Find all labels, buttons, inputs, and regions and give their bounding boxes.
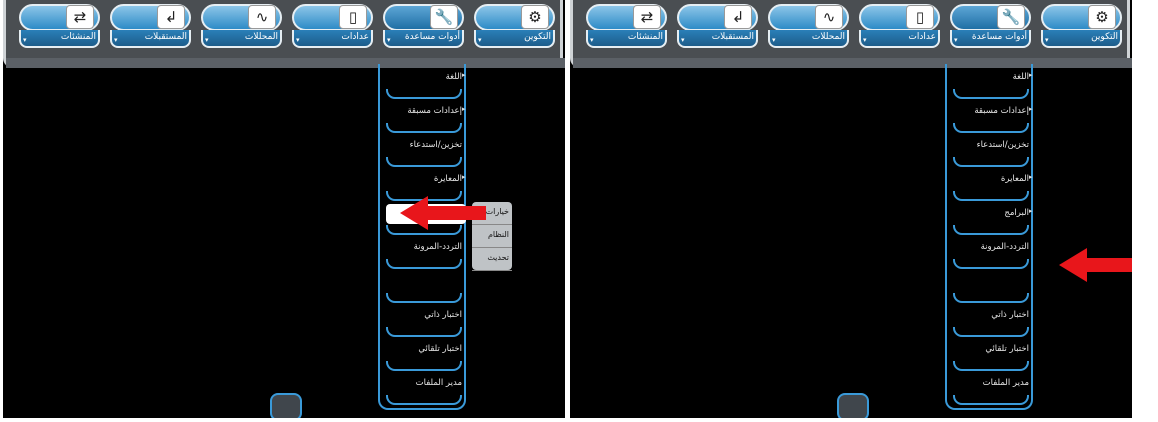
menu-item-label: اختبار تلقائي [418,344,462,354]
tab-generator[interactable]: ⇄ المنشئات ▾ [584,2,669,50]
menu-item-label: مدير الملفات [982,378,1029,388]
menu-item[interactable]: إعدادات مسبقة ▸ [947,100,1033,135]
meter-icon: ▯ [339,5,367,29]
tab-label: المستقبلات [144,32,187,42]
tab-meter[interactable]: ▯ عدادات ▾ [857,2,942,50]
tab-label: أدوات مساعدة [404,32,460,42]
menu-item-label: مدير الملفات [415,378,462,388]
tab-generator[interactable]: ⇄ المنشئات ▾ [17,2,102,50]
menu-item-label: تخزين/استدعاء [409,140,462,150]
tab-receiver[interactable]: ↲ المستقبلات ▾ [108,2,193,50]
menu-item[interactable]: اللغة ▸ [380,66,466,101]
tab-gear[interactable]: ⚙ التكوين ▾ [472,2,557,50]
utilities-menu: اللغة ▸ إعدادات مسبقة ▸ تخزين/استدعاء المعاير… [945,64,1033,410]
tab-label: المستقبلات [711,32,754,42]
scroll-knob[interactable] [270,393,302,418]
graph-icon: ∿ [815,5,843,29]
dropdown-arrow-icon: ▾ [681,36,685,44]
menu-item-label: اللغة [1012,72,1029,82]
menu-item[interactable]: اختبار تلقائي [947,338,1033,373]
menu-item-label: اختبار تلقائي [985,344,1029,354]
menu-item-label: تخزين/استدعاء [976,140,1029,150]
dropdown-arrow-icon: ▾ [114,36,118,44]
dropdown-arrow-icon: ▾ [772,36,776,44]
gear-icon: ⚙ [1088,5,1116,29]
menu-item[interactable]: اللغة ▸ [947,66,1033,101]
wrench-icon: 🔧 [997,5,1025,29]
submenu-arrow-icon: ▸ [1029,207,1033,215]
menu-item-label: إعدادات مسبقة [974,106,1029,116]
scroll-knob[interactable] [837,393,869,418]
tab-graph[interactable]: ∿ المحللات ▾ [766,2,851,50]
dropdown-arrow-icon: ▾ [1045,36,1049,44]
dropdown-arrow-icon: ▾ [205,36,209,44]
gear-icon: ⚙ [521,5,549,29]
submenu-item-update[interactable]: تحديث [472,248,512,271]
tab-label: المنشئات [627,32,663,42]
receiver-icon: ↲ [724,5,752,29]
submenu-arrow-icon: ▸ [462,105,466,113]
meter-icon: ▯ [906,5,934,29]
submenu-arrow-icon: ▸ [462,71,466,79]
menu-item-label: اختبار ذاتي [424,310,462,320]
graph-icon: ∿ [248,5,276,29]
submenu-arrow-icon: ▸ [1029,71,1033,79]
dropdown-arrow-icon: ▾ [863,36,867,44]
tab-label: المحللات [244,32,278,42]
menu-item[interactable]: التردد-المرونة [947,236,1033,271]
menu-item[interactable]: المعايرة ▸ [947,168,1033,203]
submenu-arrow-icon: ▸ [1029,105,1033,113]
tab-label: التكوين [1091,32,1118,42]
receiver-icon: ↲ [157,5,185,29]
menu-item[interactable]: البرامج ▸ [947,202,1033,237]
menu-item[interactable]: إعدادات مسبقة ▸ [380,100,466,135]
menu-item-label: إعدادات مسبقة [407,106,462,116]
tab-label: المنشئات [60,32,96,42]
utilities-menu: اللغة ▸ إعدادات مسبقة ▸ تخزين/استدعاء المعاير… [378,64,466,410]
submenu-arrow-icon: ▸ [1029,173,1033,181]
menu-item[interactable]: اختبار تلقائي [380,338,466,373]
tab-graph[interactable]: ∿ المحللات ▾ [199,2,284,50]
tab-wrench[interactable]: 🔧 أدوات مساعدة ▾ [948,2,1033,50]
menu-item-label: اللغة [445,72,462,82]
dropdown-arrow-icon: ▾ [590,36,594,44]
menu-item[interactable] [947,270,1033,305]
tab-gear[interactable]: ⚙ التكوين ▾ [1039,2,1124,50]
menu-item[interactable]: تخزين/استدعاء [380,134,466,169]
tab-label: عدادات [908,32,936,42]
dropdown-arrow-icon: ▾ [954,36,958,44]
menu-item[interactable]: مدير الملفات [380,372,466,407]
tab-label: المحللات [811,32,845,42]
red-arrow-pointer [1059,248,1132,282]
dropdown-arrow-icon: ▾ [387,36,391,44]
menu-item-label: التردد-المرونة [413,242,462,252]
menu-item[interactable]: اختبار ذاتي [947,304,1033,339]
dropdown-arrow-icon: ▾ [478,36,482,44]
tab-label: عدادات [341,32,369,42]
generator-icon: ⇄ [66,5,94,29]
tab-meter[interactable]: ▯ عدادات ▾ [290,2,375,50]
menu-item-label: اختبار ذاتي [991,310,1029,320]
tab-receiver[interactable]: ↲ المستقبلات ▾ [675,2,760,50]
menu-item-label: التردد-المرونة [980,242,1029,252]
menu-item[interactable]: تخزين/استدعاء [947,134,1033,169]
tab-label: التكوين [524,32,551,42]
menu-item[interactable]: التردد-المرونة [380,236,466,271]
red-arrow-left-pointer [400,196,486,230]
menu-item-label: المعايرة [1000,174,1029,184]
menu-item[interactable] [380,270,466,305]
left-screen: ⚙ التكوين ▾ 🔧 أدوات مساعدة ▾ ▯ عدادات ▾ ∿ المحللات… [3,0,565,418]
menu-item[interactable]: اختبار ذاتي [380,304,466,339]
wrench-icon: 🔧 [430,5,458,29]
dropdown-arrow-icon: ▾ [23,36,27,44]
menu-item-label: المعايرة [433,174,462,184]
generator-icon: ⇄ [633,5,661,29]
menu-item[interactable]: مدير الملفات [947,372,1033,407]
right-screen: ⚙ التكوين ▾ 🔧 أدوات مساعدة ▾ ▯ عدادات ▾ ∿ المحللات… [570,0,1132,418]
submenu-arrow-icon: ▸ [462,173,466,181]
tab-wrench[interactable]: 🔧 أدوات مساعدة ▾ [381,2,466,50]
tab-label: أدوات مساعدة [971,32,1027,42]
dropdown-arrow-icon: ▾ [296,36,300,44]
menu-item-label: البرامج [1004,208,1029,218]
